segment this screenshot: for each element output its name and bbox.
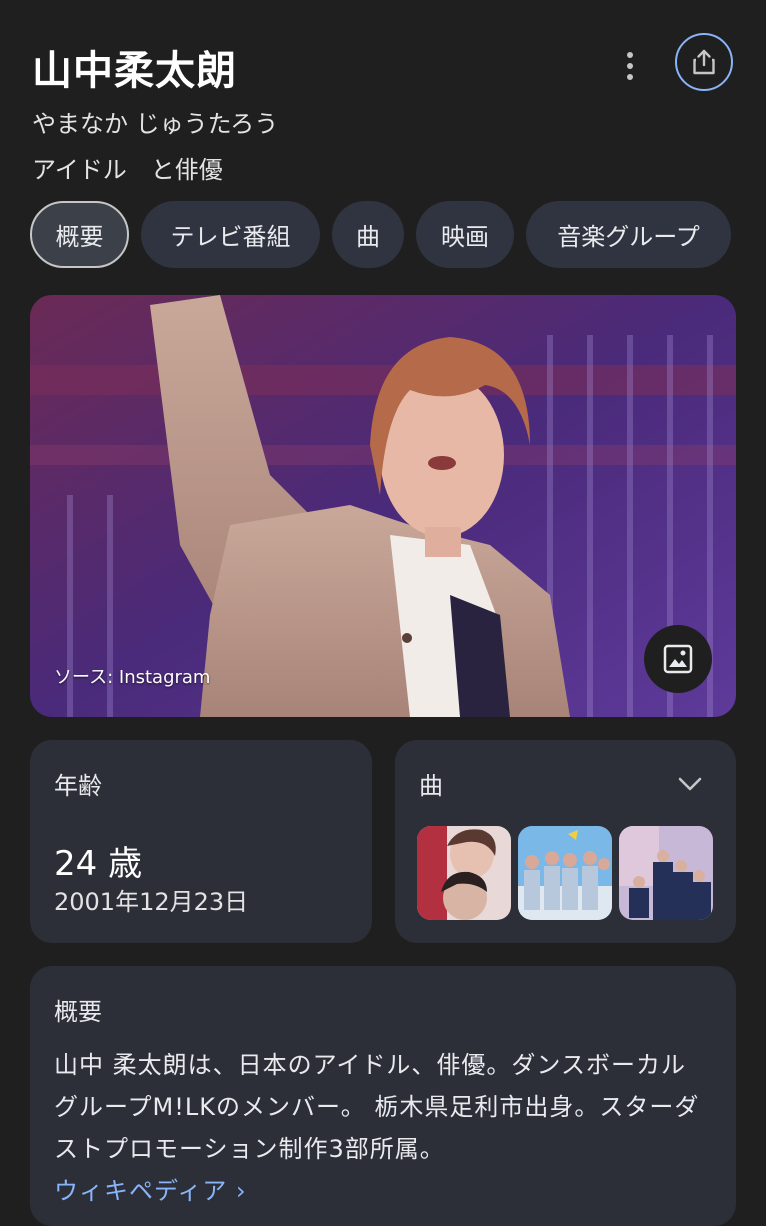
chip-label: 曲 [356, 223, 380, 251]
chip-label: 映画 [441, 223, 489, 251]
overview-text: 山中 柔太朗は、日本のアイドル、俳優。ダンスボーカルグループM!LKのメンバー。… [54, 1044, 704, 1212]
hero-image[interactable]: ソース: Instagram [30, 295, 736, 717]
chip-overview[interactable]: 概要 [30, 201, 129, 268]
hero-photo [30, 295, 736, 717]
more-vert-icon-dot [627, 63, 633, 69]
entity-description: アイドル と俳優 [32, 156, 223, 184]
chip-label: 音楽グループ [557, 223, 700, 251]
chevron-down-icon[interactable] [677, 776, 703, 792]
song-thumbnail-image [619, 826, 713, 920]
share-button[interactable] [675, 33, 733, 91]
chip-label: 概要 [55, 223, 104, 251]
view-images-button[interactable] [644, 625, 712, 693]
chip-movies[interactable]: 映画 [416, 201, 514, 268]
image-icon [663, 644, 693, 674]
more-vert-icon [627, 52, 633, 58]
songs-card[interactable]: 曲 [395, 740, 736, 943]
overview-card: 概要 山中 柔太朗は、日本のアイドル、俳優。ダンスボーカルグループM!LKのメン… [30, 966, 736, 1226]
entity-title: 山中柔太朗 [32, 48, 237, 94]
song-thumbnail[interactable] [518, 826, 612, 920]
song-thumbnail-image [518, 826, 612, 920]
age-value: 24 歳 [54, 844, 143, 884]
age-card: 年齢 24 歳 2001年12月23日 [30, 740, 372, 943]
more-vert-icon-dot [627, 74, 633, 80]
overview-label: 概要 [54, 998, 102, 1026]
chip-music-group[interactable]: 音楽グループ [526, 201, 731, 268]
share-icon [693, 49, 715, 75]
overview-body: 山中 柔太朗は、日本のアイドル、俳優。ダンスボーカルグループM!LKのメンバー。… [54, 1051, 700, 1163]
chip-label: テレビ番組 [170, 223, 291, 251]
chip-songs[interactable]: 曲 [332, 201, 404, 268]
birth-date: 2001年12月23日 [54, 888, 249, 916]
chip-tv-shows[interactable]: テレビ番組 [141, 201, 320, 268]
song-thumbnail[interactable] [417, 826, 511, 920]
image-source: ソース: Instagram [54, 667, 211, 688]
entity-reading: やまなか じゅうたろう [32, 110, 279, 138]
more-options-button[interactable] [608, 44, 652, 88]
songs-label: 曲 [419, 772, 443, 800]
song-thumbnail-image [417, 826, 511, 920]
wikipedia-link[interactable]: ウィキペディア › [54, 1177, 247, 1205]
song-thumbnail[interactable] [619, 826, 713, 920]
age-label: 年齢 [54, 772, 102, 800]
